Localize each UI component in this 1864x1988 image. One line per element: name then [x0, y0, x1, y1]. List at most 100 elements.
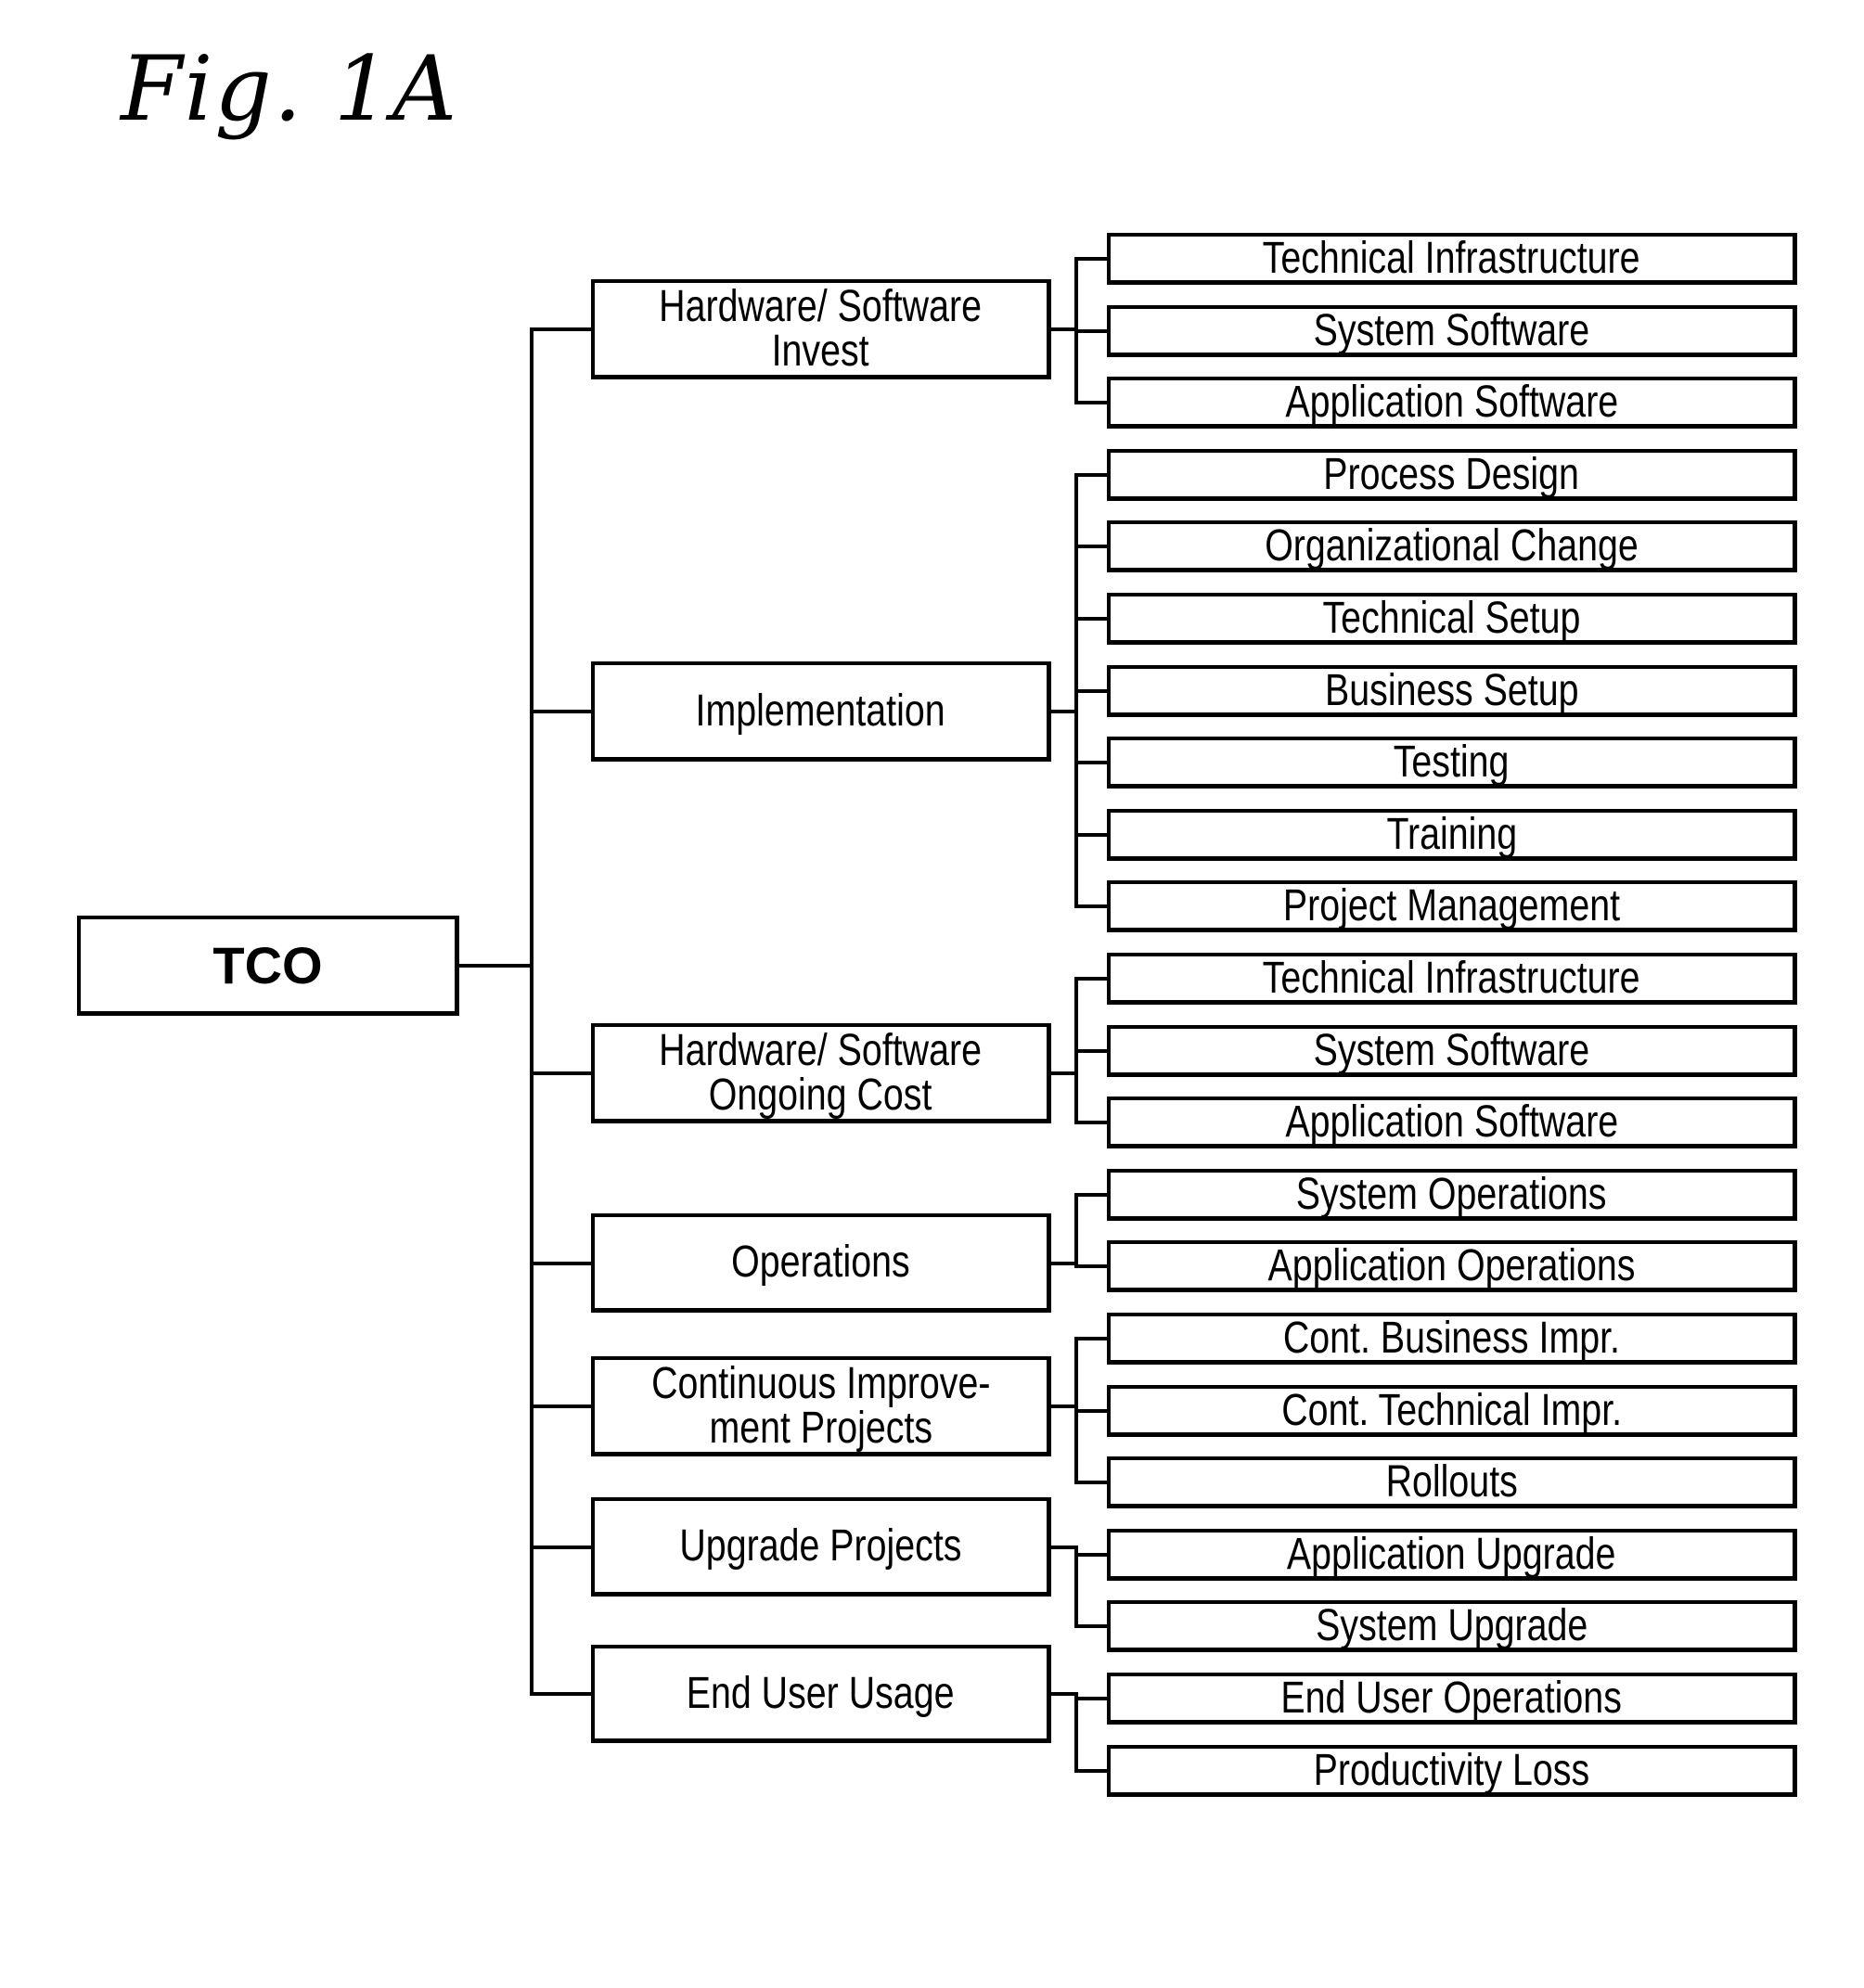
connector-leaf-bracket [1074, 1193, 1078, 1268]
leaf-node-label: System Operations [1296, 1169, 1607, 1219]
leaf-node: Business Setup [1107, 665, 1797, 717]
leaf-node: Application Software [1107, 377, 1797, 429]
leaf-node-label: Technical Infrastructure [1263, 953, 1640, 1003]
leaf-node: System Software [1107, 1025, 1797, 1077]
leaf-node: Application Upgrade [1107, 1529, 1797, 1581]
leaf-node: System Operations [1107, 1169, 1797, 1221]
branch-node-2-label: Implementation [695, 686, 946, 736]
connector-trunk-to-branch [530, 1404, 591, 1408]
connector-trunk-to-branch [530, 1071, 591, 1075]
connector-trunk-to-branch [530, 710, 591, 713]
branch-node-1: Hardware/ Software Invest [591, 279, 1051, 379]
leaf-node: Organizational Change [1107, 520, 1797, 572]
branch-node-2: Implementation [591, 661, 1051, 762]
branch-node-3: Hardware/ Software Ongoing Cost [591, 1023, 1051, 1123]
leaf-node: Application Software [1107, 1097, 1797, 1148]
leaf-node: Cont. Business Impr. [1107, 1313, 1797, 1365]
leaf-node-label: Rollouts [1385, 1456, 1518, 1507]
leaf-node-label: System Upgrade [1315, 1600, 1588, 1650]
connector-to-leaf [1074, 473, 1107, 477]
connector-to-leaf [1074, 1409, 1107, 1413]
leaf-node-label: Application Upgrade [1287, 1529, 1616, 1579]
connector-leaf-bracket [1074, 1545, 1078, 1628]
leaf-node-label: Application Software [1285, 1097, 1618, 1147]
leaf-node-label: Process Design [1323, 449, 1580, 499]
leaf-node-label: Application Software [1285, 377, 1618, 427]
leaf-node-label: Cont. Technical Impr. [1281, 1385, 1622, 1435]
leaf-node: Technical Infrastructure [1107, 233, 1797, 285]
branch-node-5-label: ment Projects [709, 1403, 932, 1453]
leaf-node: Technical Infrastructure [1107, 953, 1797, 1005]
connector-branch-out [1051, 1692, 1074, 1696]
leaf-node-label: System Software [1313, 1025, 1590, 1075]
leaf-node: Rollouts [1107, 1456, 1797, 1508]
connector-branch-out [1051, 710, 1074, 713]
figure-title: Fig. 1A [121, 37, 459, 141]
leaf-node: Testing [1107, 737, 1797, 789]
connector-to-leaf [1074, 1264, 1107, 1268]
connector-trunk [530, 327, 533, 1696]
leaf-node: Technical Setup [1107, 593, 1797, 645]
leaf-node-label: Technical Infrastructure [1263, 233, 1640, 283]
connector-to-leaf [1074, 761, 1107, 764]
connector-leaf-bracket [1074, 977, 1078, 1124]
connector-root-to-trunk [459, 964, 530, 968]
connector-to-leaf [1074, 1769, 1107, 1773]
branch-node-5: Continuous Improve-ment Projects [591, 1356, 1051, 1456]
branch-node-3-label: Ongoing Cost [709, 1070, 932, 1120]
connector-to-leaf [1074, 617, 1107, 621]
connector-branch-out [1051, 1261, 1074, 1265]
leaf-node-label: Productivity Loss [1313, 1745, 1590, 1795]
connector-branch-out [1051, 327, 1074, 331]
branch-node-7: End User Usage [591, 1645, 1051, 1743]
connector-branch-out [1051, 1404, 1074, 1408]
leaf-node-label: Business Setup [1324, 665, 1579, 715]
connector-leaf-bracket [1074, 1692, 1078, 1773]
connector-to-leaf [1074, 833, 1107, 837]
connector-to-leaf [1074, 1481, 1107, 1484]
branch-node-7-label: End User Usage [687, 1668, 955, 1718]
connector-to-leaf [1074, 1193, 1107, 1197]
connector-to-leaf [1074, 1049, 1107, 1053]
branch-node-5-label: Continuous Improve- [650, 1358, 991, 1408]
leaf-node-label: Technical Setup [1322, 593, 1581, 643]
leaf-node-label: Project Management [1282, 880, 1621, 930]
diagram-canvas: Fig. 1A TCO Hardware/ Software Invest Tech… [0, 0, 1864, 1988]
root-node-label: TCO [212, 935, 323, 994]
connector-to-leaf [1074, 257, 1107, 261]
leaf-node: Application Operations [1107, 1240, 1797, 1292]
connector-to-leaf [1074, 1337, 1107, 1340]
connector-to-leaf [1074, 1121, 1107, 1124]
connector-branch-out [1051, 1071, 1074, 1075]
connector-trunk-to-branch [530, 327, 591, 331]
connector-trunk-to-branch [530, 1261, 591, 1265]
leaf-node: Cont. Technical Impr. [1107, 1385, 1797, 1437]
connector-to-leaf [1074, 977, 1107, 981]
connector-to-leaf [1074, 904, 1107, 908]
connector-to-leaf [1074, 1697, 1107, 1700]
leaf-node-label: Cont. Business Impr. [1282, 1313, 1621, 1363]
leaf-node: Project Management [1107, 880, 1797, 932]
connector-to-leaf [1074, 401, 1107, 404]
connector-to-leaf [1074, 545, 1107, 548]
leaf-node-label: Application Operations [1267, 1240, 1636, 1290]
branch-node-6-label: Upgrade Projects [679, 1521, 962, 1571]
branch-node-4-label: Operations [731, 1238, 910, 1287]
leaf-node: Training [1107, 809, 1797, 861]
connector-trunk-to-branch [530, 1545, 591, 1549]
branch-node-1-label: Hardware/ Software [659, 281, 983, 331]
leaf-node-label: Organizational Change [1265, 520, 1639, 571]
connector-leaf-bracket [1074, 473, 1078, 908]
connector-to-leaf [1074, 689, 1107, 693]
branch-node-3-label: Hardware/ Software [659, 1025, 983, 1075]
leaf-node: System Upgrade [1107, 1600, 1797, 1652]
connector-leaf-bracket [1074, 257, 1078, 404]
leaf-node: System Software [1107, 305, 1797, 357]
leaf-node: Process Design [1107, 449, 1797, 501]
branch-node-4: Operations [591, 1213, 1051, 1313]
leaf-node-label: Training [1386, 809, 1517, 859]
branch-node-6: Upgrade Projects [591, 1497, 1051, 1597]
leaf-node-label: System Software [1313, 305, 1590, 355]
branch-node-1-label: Invest [771, 326, 869, 376]
leaf-node: End User Operations [1107, 1673, 1797, 1725]
